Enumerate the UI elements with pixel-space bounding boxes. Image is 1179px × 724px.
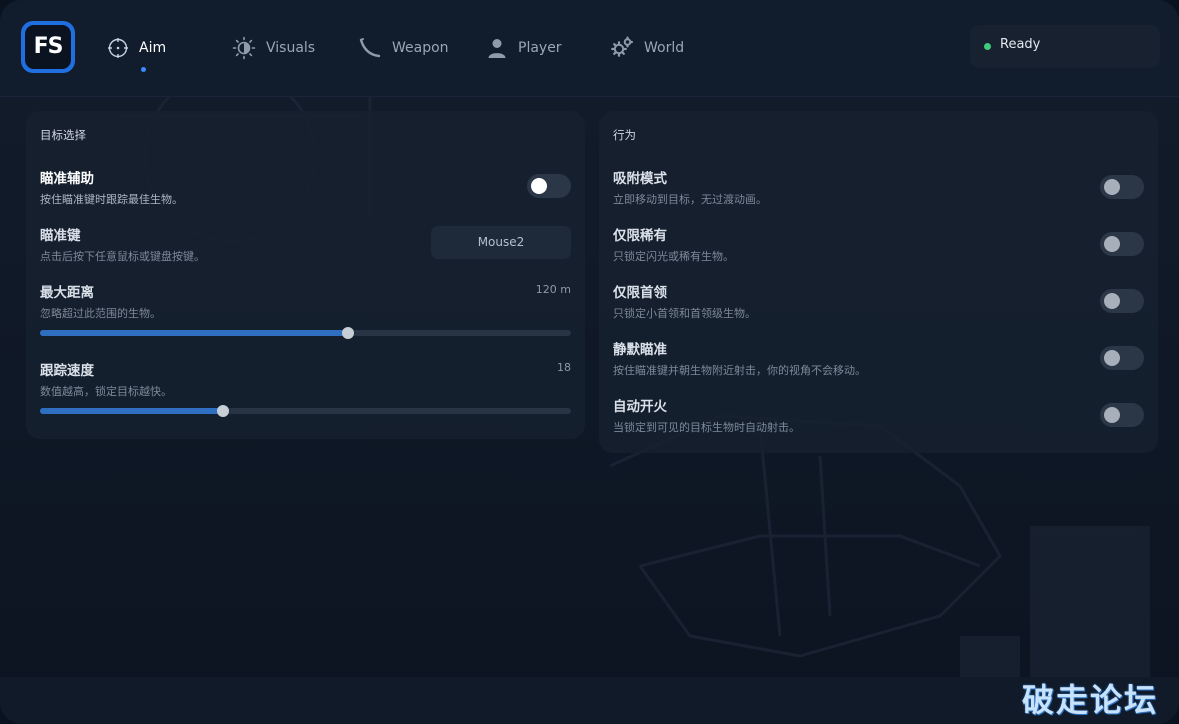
- tab-player[interactable]: Player: [486, 34, 562, 62]
- max-distance-value: 120 m: [535, 283, 571, 296]
- max-distance-desc: 忽略超过此范围的生物。: [40, 307, 161, 320]
- aim-key-desc: 点击后按下任意鼠标或键盘按键。: [40, 250, 205, 263]
- slider-fill: [40, 330, 348, 336]
- aim-key-title: 瞄准键: [40, 228, 81, 244]
- rare-only-desc: 只锁定闪光或稀有生物。: [613, 250, 734, 263]
- auto-fire-toggle[interactable]: [1100, 403, 1144, 427]
- gears-icon: [611, 36, 633, 57]
- panel-title: 目标选择: [40, 128, 86, 142]
- aim-assist-toggle[interactable]: [527, 174, 571, 198]
- toggle-knob: [531, 178, 547, 194]
- tab-weapon[interactable]: Weapon: [358, 34, 449, 62]
- silent-aim-toggle[interactable]: [1100, 346, 1144, 370]
- rare-only-title: 仅限稀有: [613, 228, 667, 244]
- snap-mode-toggle[interactable]: [1100, 175, 1144, 199]
- aim-assist-desc: 按住瞄准键时跟踪最佳生物。: [40, 193, 183, 206]
- toggle-knob: [1104, 179, 1120, 195]
- aim-assist-title: 瞄准辅助: [40, 171, 94, 187]
- tab-player-label: Player: [518, 40, 562, 56]
- max-distance-title: 最大距离: [40, 285, 94, 301]
- toggle-knob: [1104, 293, 1120, 309]
- auto-fire-desc: 当锁定到可见的目标生物时自动射击。: [613, 421, 800, 434]
- silent-aim-desc: 按住瞄准键并朝生物附近射击，你的视角不会移动。: [613, 364, 866, 377]
- app-window: FS Aim Visuals Weapon Player World Ready…: [0, 0, 1179, 724]
- status-badge: Ready: [970, 25, 1160, 68]
- silent-aim-title: 静默瞄准: [613, 342, 667, 358]
- fishing-rod-icon: [359, 38, 381, 58]
- crosshair-icon: [108, 38, 128, 58]
- app-logo-text: FS: [25, 25, 71, 69]
- status-text: Ready: [1000, 37, 1041, 52]
- watermark-text: 破走论坛: [1022, 681, 1159, 719]
- snap-mode-desc: 立即移动到目标，无过渡动画。: [613, 193, 767, 206]
- toggle-knob: [1104, 350, 1120, 366]
- rare-only-toggle[interactable]: [1100, 232, 1144, 256]
- target-selection-panel: 目标选择 瞄准辅助 按住瞄准键时跟踪最佳生物。 瞄准键 点击后按下任意鼠标或键盘…: [26, 111, 585, 439]
- tab-visuals[interactable]: Visuals: [232, 34, 315, 62]
- track-speed-desc: 数值越高，锁定目标越快。: [40, 385, 172, 398]
- behavior-panel: 行为 吸附模式 立即移动到目标，无过渡动画。 仅限稀有 只锁定闪光或稀有生物。 …: [599, 111, 1158, 453]
- toggle-knob: [1104, 236, 1120, 252]
- status-dot: [984, 43, 991, 50]
- slider-handle[interactable]: [341, 327, 354, 339]
- tab-world[interactable]: World: [610, 34, 684, 62]
- max-distance-slider[interactable]: [40, 327, 571, 339]
- track-speed-value: 18: [557, 361, 571, 374]
- top-nav-bar: FS Aim Visuals Weapon Player World Ready: [0, 0, 1179, 97]
- aim-key-button[interactable]: Mouse2: [431, 226, 571, 259]
- boss-only-toggle[interactable]: [1100, 289, 1144, 313]
- slider-fill: [40, 408, 224, 414]
- tab-aim-label: Aim: [139, 40, 167, 56]
- footer-bar: [0, 677, 1179, 724]
- slider-handle[interactable]: [217, 405, 230, 417]
- tab-aim[interactable]: Aim: [107, 34, 166, 62]
- user-icon: [488, 39, 506, 58]
- boss-only-desc: 只锁定小首领和首领级生物。: [613, 307, 756, 320]
- auto-fire-title: 自动开火: [613, 399, 667, 415]
- sun-icon: [232, 36, 256, 60]
- tab-visuals-label: Visuals: [266, 40, 316, 56]
- track-speed-title: 跟踪速度: [40, 363, 94, 379]
- tab-weapon-label: Weapon: [392, 40, 449, 56]
- snap-mode-title: 吸附模式: [613, 171, 667, 187]
- panel-title: 行为: [613, 128, 636, 142]
- boss-only-title: 仅限首领: [613, 285, 667, 301]
- track-speed-slider[interactable]: [40, 405, 571, 417]
- toggle-knob: [1104, 407, 1120, 423]
- app-logo: FS: [21, 21, 75, 73]
- active-tab-indicator: [141, 67, 146, 72]
- tab-world-label: World: [644, 40, 685, 56]
